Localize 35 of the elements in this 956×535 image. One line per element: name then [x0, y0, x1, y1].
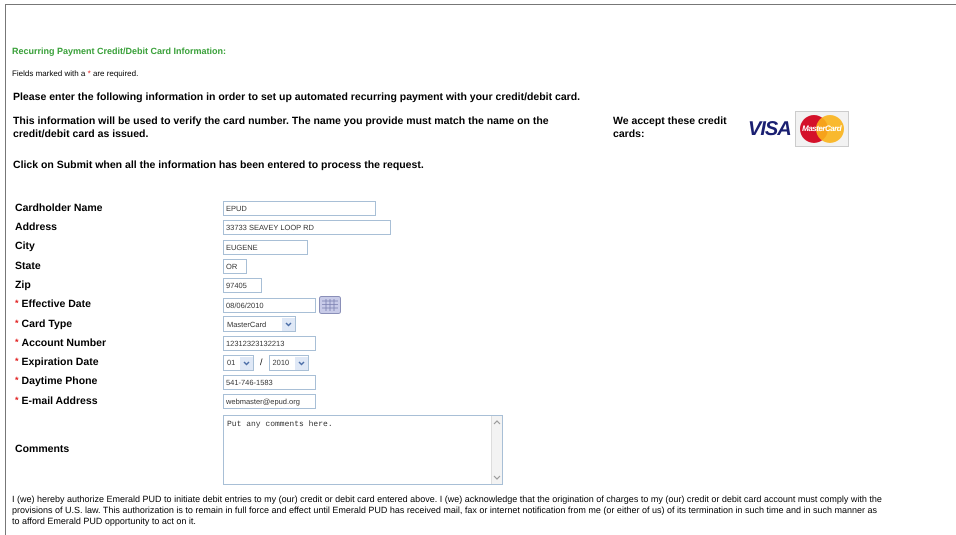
field-label: Effective Date — [22, 297, 91, 312]
required-asterisk: * — [15, 336, 19, 349]
scroll-down-icon[interactable] — [492, 474, 502, 482]
required-asterisk: * — [15, 297, 19, 310]
accepted-cards-label: We accept these credit cards: — [613, 115, 728, 141]
required-asterisk: * — [15, 316, 19, 330]
field-label: City — [15, 239, 35, 254]
scroll-up-icon[interactable] — [492, 418, 502, 426]
comments-textarea[interactable]: Put any comments here. — [223, 415, 503, 486]
instruction-text: Click on Submit when all the information has been entered to process the request. — [12, 159, 425, 172]
chevron-down-icon — [298, 360, 305, 366]
field-label: Expiration Date — [22, 355, 99, 370]
field-label: Account Number — [22, 336, 106, 351]
field-label: Address — [15, 220, 58, 236]
field-label: State — [15, 258, 41, 274]
field-label: Zip — [15, 278, 31, 293]
instruction-text: This information will be used to verify the card number. The name you provide must match the name on the credit/debit card as issued. — [13, 115, 550, 141]
field-label: Daytime Phone — [22, 374, 98, 390]
chevron-down-icon — [243, 360, 250, 366]
date-separator: / — [260, 356, 263, 370]
required-asterisk: * — [15, 394, 19, 407]
visa-logo: VISA — [748, 118, 791, 140]
field-label: Comments — [15, 442, 70, 458]
field-label: E-mail Address — [22, 394, 98, 409]
scrollbar[interactable] — [491, 416, 502, 484]
field-label: Card Type — [22, 316, 72, 332]
required-note: Fields marked with a * are required. — [12, 69, 140, 79]
required-asterisk: * — [15, 355, 19, 368]
field-label: Cardholder Name — [15, 200, 103, 216]
authorization-text: I (we) hereby authorize Emerald PUD to initiate debit entries to my (our) credit or debit card entered above. I (we) acknowledge that the origination of charges to my (our) credit or debit card account must comply with the provisions of U.S. law. This authorization is to remain in full force and effect until Emerald PUD has received mail, fax or internet notification from me (or either of us) of its termination in such time and in such manner as to afford Emerald PUD opportunity to act on it. — [12, 494, 883, 528]
chevron-down-icon — [285, 322, 292, 327]
instruction-text: Please enter the following information in order to set up automated recurring payment with your credit/debit card. — [12, 91, 582, 104]
calendar-icon[interactable] — [319, 296, 341, 314]
section-title: Recurring Payment Credit/Debit Card Information: — [12, 45, 228, 57]
required-asterisk: * — [15, 374, 19, 388]
